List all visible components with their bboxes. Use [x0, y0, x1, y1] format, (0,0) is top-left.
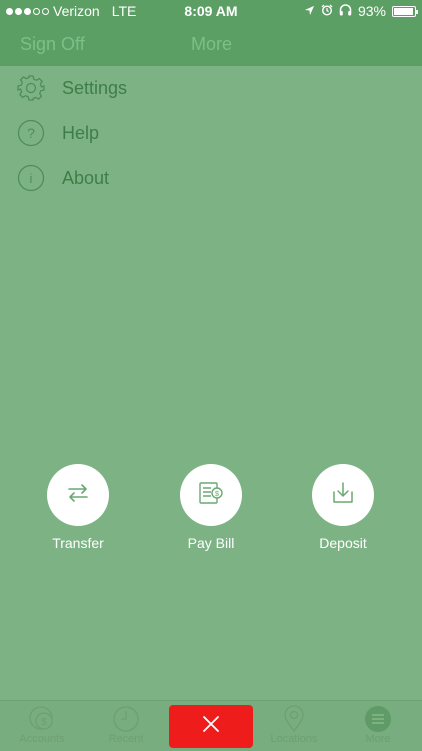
gear-icon [17, 74, 45, 102]
status-bar: Verizon LTE 8:09 AM 93% [0, 0, 422, 22]
menu-item-label: About [62, 168, 110, 188]
sign-off-button[interactable]: Sign Off [20, 34, 85, 55]
alarm-icon [321, 3, 333, 19]
action-label: Deposit [319, 535, 367, 551]
menu-item-help[interactable]: ? Help [0, 111, 422, 156]
battery-icon [392, 5, 418, 17]
deposit-button[interactable]: Deposit [283, 464, 403, 551]
info-circle-icon: i [17, 164, 45, 192]
svg-text:$: $ [41, 717, 47, 728]
header-bar: Sign Off More [0, 22, 422, 66]
tab-label: Recent [108, 733, 144, 745]
question-circle-icon: ? [17, 119, 45, 147]
tab-label: More [365, 733, 391, 745]
deposit-tray-icon [330, 480, 356, 511]
close-icon [202, 715, 220, 738]
transfer-arrows-icon [65, 480, 91, 511]
tab-label: Accounts [19, 733, 65, 745]
headphones-icon [339, 3, 352, 19]
menu-item-label: Help [62, 123, 100, 143]
action-label: Transfer [52, 535, 104, 551]
menu-item-settings[interactable]: Settings [0, 66, 422, 111]
svg-text:$: $ [215, 491, 219, 498]
quick-actions: Transfer $ Pay Bill Deposit [0, 464, 422, 554]
tab-label: Locations [270, 733, 318, 745]
dollar-coin-icon: $ [28, 705, 56, 733]
pay-bill-button[interactable]: $ Pay Bill [151, 464, 271, 551]
menu-item-label: Settings [62, 78, 128, 98]
clock-icon [112, 705, 140, 733]
hamburger-menu-icon [364, 705, 392, 733]
tab-bar: $ Accounts Recent Locations More [0, 700, 422, 751]
action-label: Pay Bill [187, 535, 235, 551]
page-title: More [191, 34, 233, 54]
close-menu-button[interactable] [169, 705, 253, 748]
svg-text:i: i [30, 171, 33, 186]
menu-item-about[interactable]: i About [0, 156, 422, 201]
location-pin-icon [280, 705, 308, 733]
svg-text:?: ? [27, 125, 35, 141]
bill-icon: $ [197, 480, 225, 511]
location-arrow-icon [304, 3, 315, 19]
transfer-button[interactable]: Transfer [18, 464, 138, 551]
more-menu: Settings ? Help i About [0, 66, 422, 201]
battery-percent: 93% [357, 3, 386, 19]
